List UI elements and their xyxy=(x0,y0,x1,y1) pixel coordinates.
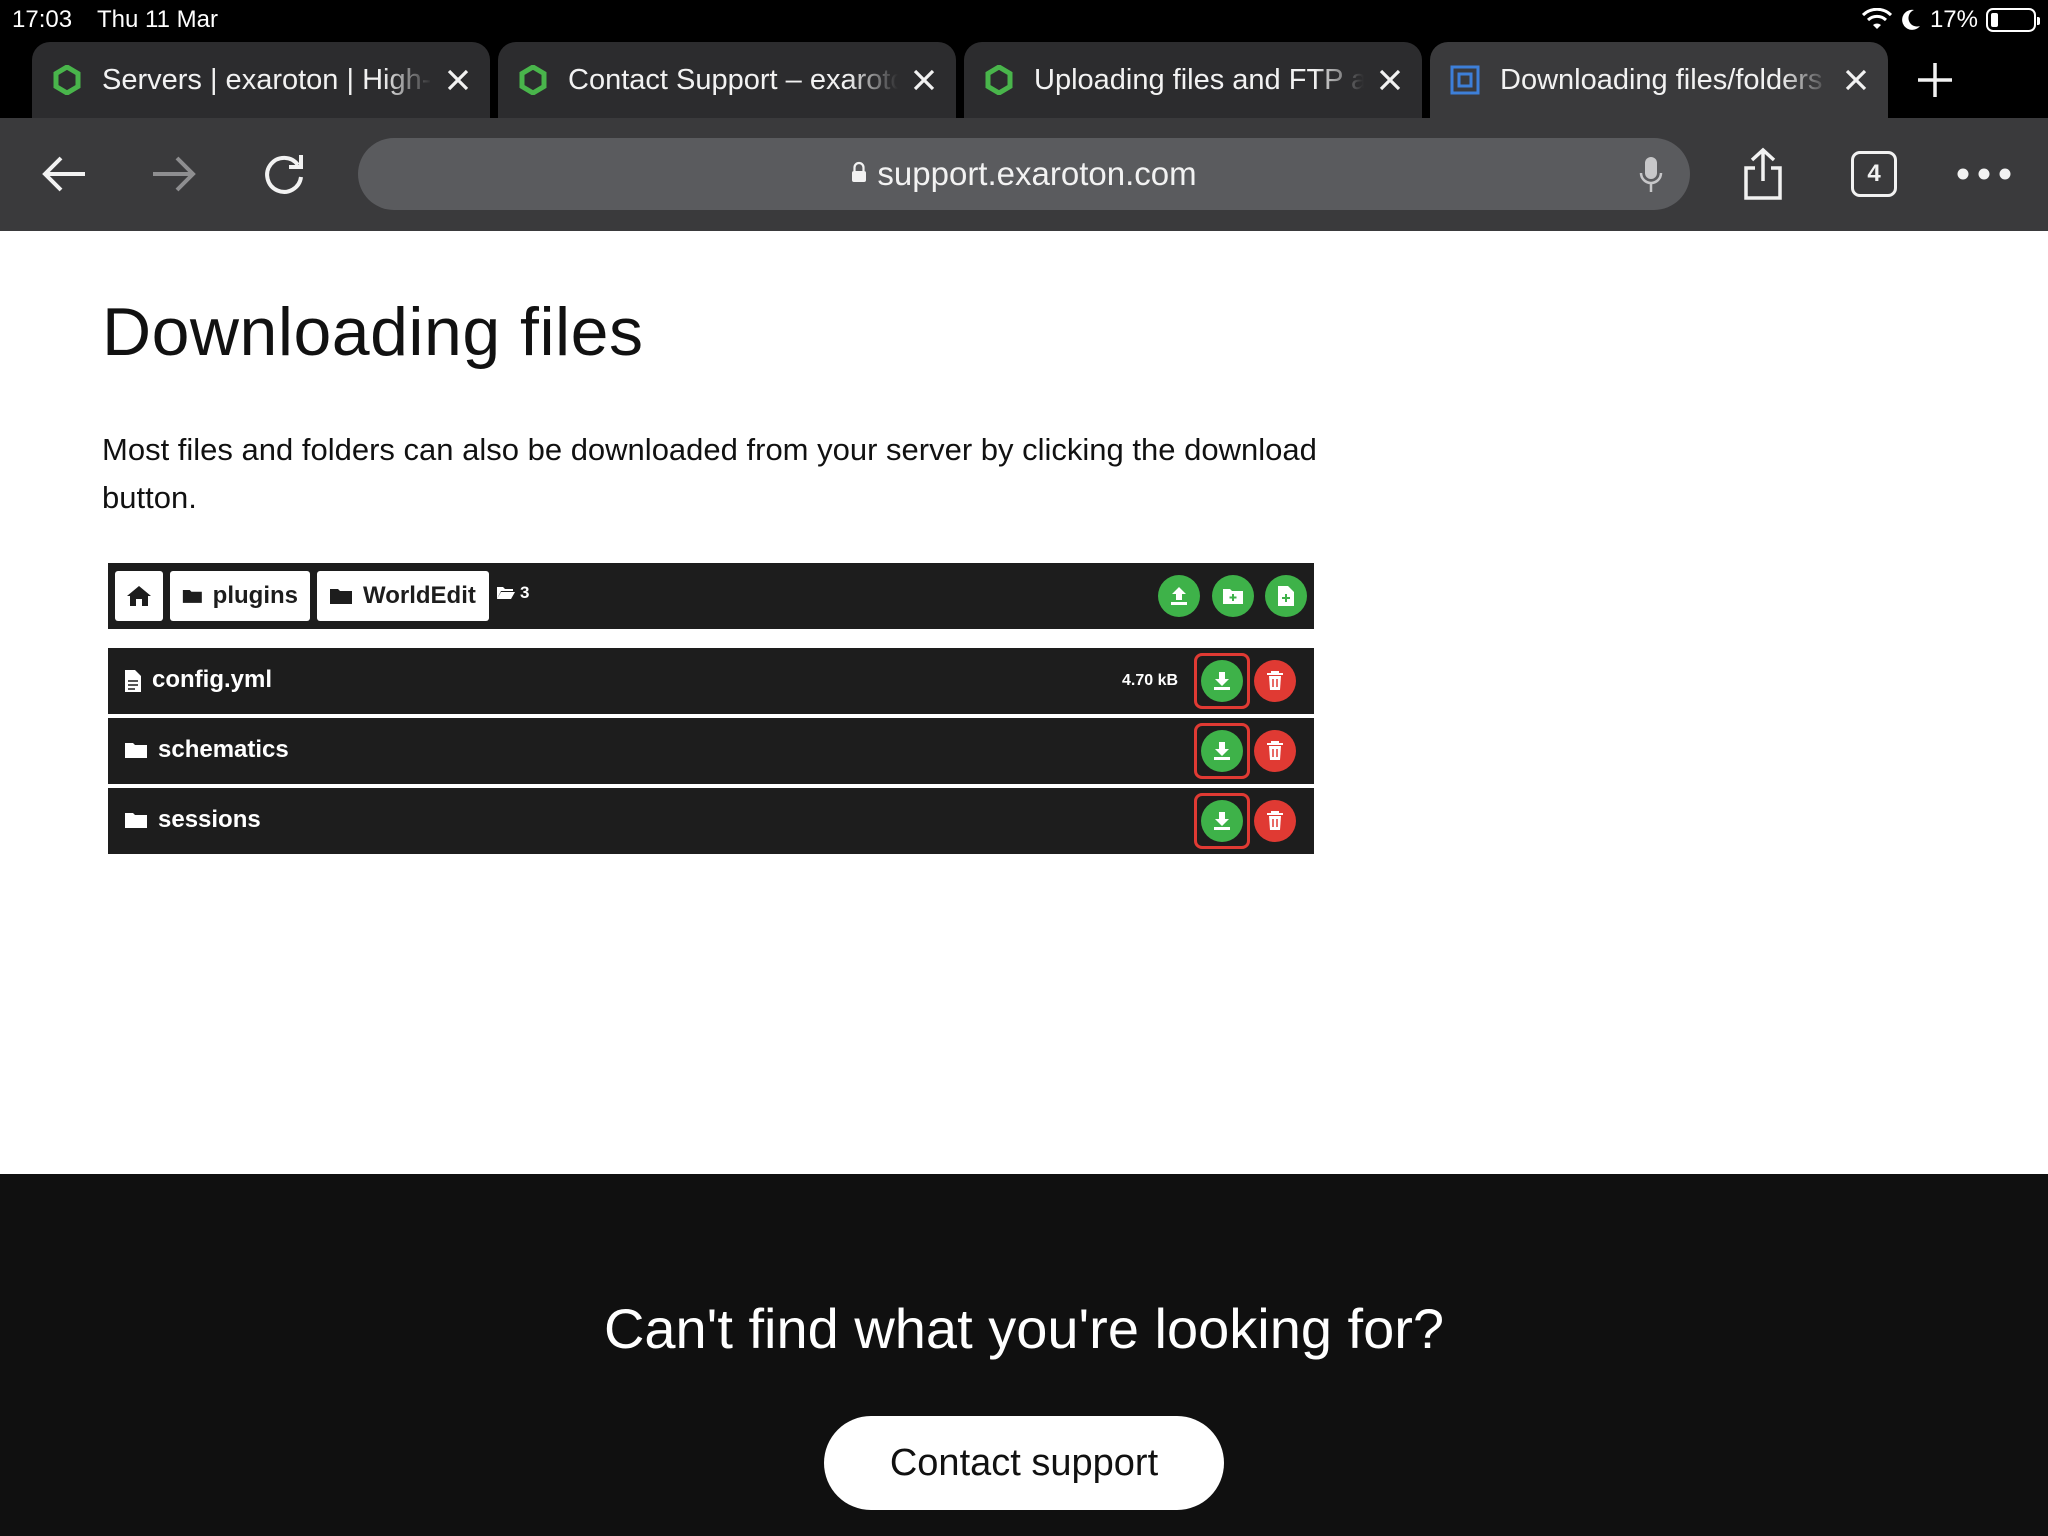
exaroton-gear-icon xyxy=(53,65,81,95)
breadcrumb-label: WorldEdit xyxy=(363,582,476,609)
home-crumb xyxy=(115,571,163,621)
delete-button xyxy=(1254,730,1296,772)
status-date: Thu 11 Mar xyxy=(97,6,218,33)
status-time: 17:03 xyxy=(12,6,73,33)
support-site-icon xyxy=(1450,65,1480,95)
folder-icon xyxy=(125,743,147,758)
upload-icon xyxy=(1171,587,1187,605)
reload-icon xyxy=(265,155,303,194)
exaroton-gear-icon xyxy=(519,65,547,95)
delete-button xyxy=(1254,660,1296,702)
article-paragraph: Most files and folders can also be downl… xyxy=(102,432,1317,515)
close-tab-icon[interactable] xyxy=(908,64,940,96)
home-icon xyxy=(127,586,151,606)
download-icon xyxy=(1214,812,1230,830)
microphone-icon[interactable] xyxy=(1638,156,1664,194)
folder-row-schematics: schematics xyxy=(108,718,1314,784)
close-tab-icon[interactable] xyxy=(1840,64,1872,96)
download-icon xyxy=(1214,672,1230,690)
folder-plus-icon xyxy=(1223,589,1243,604)
browser-toolbar: support.exaroton.com 4 xyxy=(0,118,2048,231)
new-folder-button xyxy=(1212,575,1254,617)
arrow-right-icon xyxy=(153,156,196,192)
forward-button[interactable] xyxy=(146,146,202,202)
browser-tab-servers[interactable]: Servers | exaroton | High-performance Mi… xyxy=(32,42,490,118)
file-row-config: config.yml 4.70 kB xyxy=(108,648,1314,714)
item-count-value: 3 xyxy=(520,583,530,602)
download-icon xyxy=(1214,742,1230,760)
browser-tab-downloading-files[interactable]: Downloading files/folders xyxy=(1430,42,1888,118)
page-footer: Can't find what you're looking for? Cont… xyxy=(0,1174,2048,1536)
battery-icon xyxy=(1986,8,2040,32)
share-button[interactable] xyxy=(1735,146,1791,202)
back-button[interactable] xyxy=(36,146,92,202)
browser-tab-contact-support[interactable]: Contact Support – exaroton xyxy=(498,42,956,118)
trash-icon xyxy=(1267,741,1283,760)
folder-row-sessions: sessions xyxy=(108,788,1314,854)
status-bar: 17:03 Thu 11 Mar 17% xyxy=(0,0,2048,40)
new-tab-plus-icon[interactable] xyxy=(1915,60,1955,100)
do-not-disturb-moon-icon xyxy=(1902,9,1920,30)
tab-title: Downloading files/folders xyxy=(1500,63,1823,96)
folder-name: sessions xyxy=(158,806,261,833)
folder-icon xyxy=(330,589,352,604)
open-folder-icon xyxy=(497,587,515,599)
file-name: config.yml xyxy=(152,666,273,693)
exaroton-gear-icon xyxy=(985,65,1013,95)
download-button xyxy=(1201,660,1243,702)
lock-icon xyxy=(852,161,867,182)
trash-icon xyxy=(1267,671,1283,690)
tab-count: 4 xyxy=(1851,151,1897,197)
upload-file-button xyxy=(1158,575,1200,617)
trash-icon xyxy=(1267,811,1283,830)
file-plus-icon xyxy=(1278,586,1294,606)
address-bar[interactable]: support.exaroton.com xyxy=(358,138,1690,210)
page-content: Downloading files Most files and folders… xyxy=(0,231,2048,1174)
download-button xyxy=(1201,800,1243,842)
contact-support-button[interactable]: Contact support xyxy=(824,1416,1224,1510)
close-tab-icon[interactable] xyxy=(1374,64,1406,96)
browser-tab-uploading-files[interactable]: Uploading files and FTP access xyxy=(964,42,1422,118)
reload-button[interactable] xyxy=(256,146,312,202)
share-icon xyxy=(1744,147,1782,200)
close-tab-icon[interactable] xyxy=(442,64,474,96)
folder-name: schematics xyxy=(158,736,289,763)
file-manager-breadcrumb-bar: plugins WorldEdit 3 xyxy=(108,563,1314,629)
tab-strip: Servers | exaroton | High-performance Mi… xyxy=(0,40,2048,118)
breadcrumb-plugins: plugins xyxy=(170,571,310,621)
breadcrumb-worldedit: WorldEdit xyxy=(317,571,489,621)
file-icon xyxy=(125,670,141,692)
more-dots-icon xyxy=(1957,168,2011,180)
more-menu-button[interactable] xyxy=(1956,146,2012,202)
url-text: support.exaroton.com xyxy=(877,155,1197,192)
tab-title: Contact Support – exaroton xyxy=(568,63,898,96)
item-count: 3 xyxy=(496,583,529,603)
footer-question: Can't find what you're looking for? xyxy=(603,1297,1445,1360)
page-title: Downloading files xyxy=(102,294,644,370)
folder-icon xyxy=(125,813,147,828)
new-file-button xyxy=(1265,575,1307,617)
breadcrumb-label: plugins xyxy=(212,582,298,609)
tab-title: Uploading files and FTP access xyxy=(1034,63,1364,96)
download-button xyxy=(1201,730,1243,772)
folder-icon xyxy=(182,589,202,603)
tab-title: Servers | exaroton | High-performance Mi… xyxy=(102,63,432,96)
file-size: 4.70 kB xyxy=(1122,672,1179,689)
battery-percentage: 17% xyxy=(1929,6,1978,33)
arrow-left-icon xyxy=(42,156,85,192)
status-indicators: 17% xyxy=(1861,4,2040,36)
delete-button xyxy=(1254,800,1296,842)
tab-overview-button[interactable]: 4 xyxy=(1846,146,1902,202)
wifi-icon xyxy=(1861,8,1892,29)
